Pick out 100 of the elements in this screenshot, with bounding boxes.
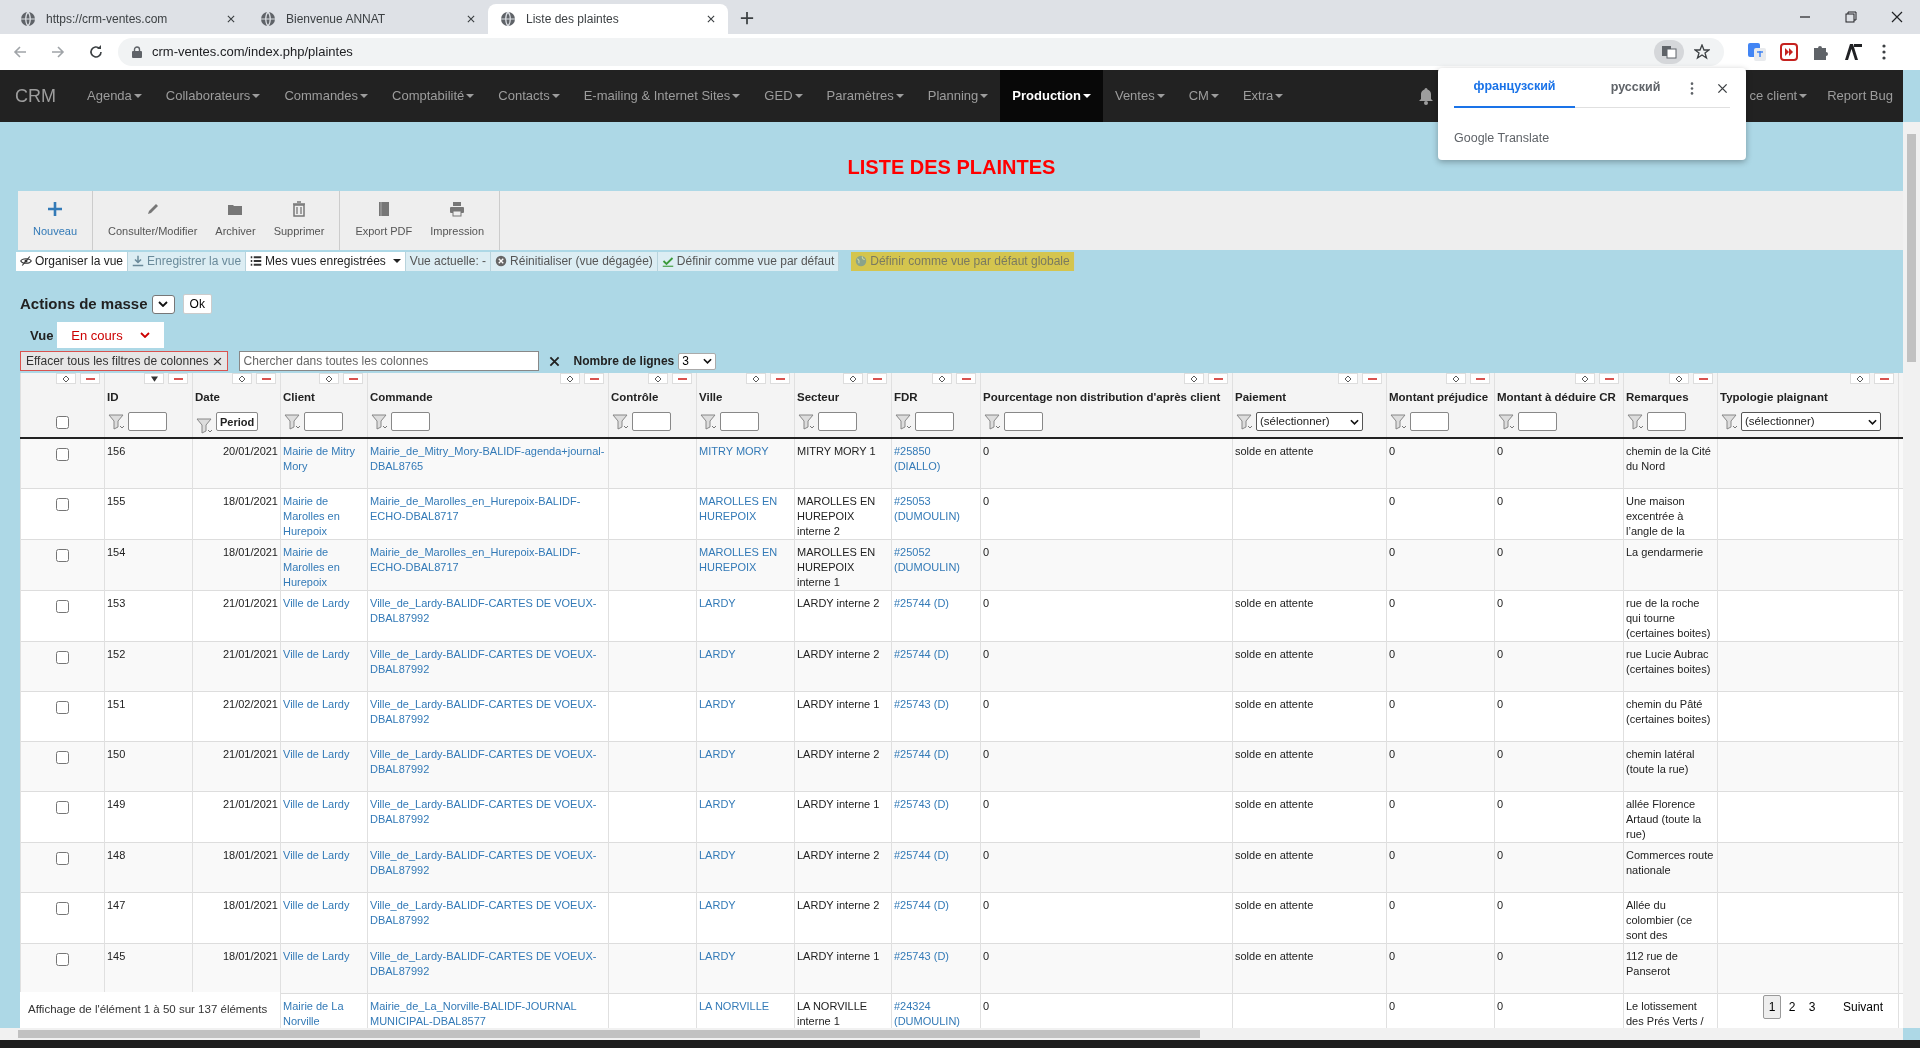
- view-button[interactable]: Définir comme vue par défaut: [657, 251, 840, 272]
- sort-button[interactable]: [1575, 373, 1595, 385]
- language-tab[interactable]: русский: [1575, 67, 1696, 108]
- column-header[interactable]: Ville: [699, 390, 723, 403]
- filter-field[interactable]: [1518, 412, 1557, 432]
- more-icon[interactable]: [1690, 82, 1694, 95]
- scrollbar-thumb[interactable]: [18, 1030, 1200, 1038]
- filter-icon[interactable]: [1236, 413, 1253, 430]
- table-link[interactable]: LARDY: [699, 595, 792, 611]
- column-header[interactable]: Remarques: [1626, 390, 1689, 403]
- table-link[interactable]: MAROLLES EN HUREPOIX: [699, 493, 792, 524]
- row-checkbox[interactable]: [56, 952, 69, 966]
- column-header[interactable]: Paiement: [1235, 390, 1287, 403]
- sort-button[interactable]: [319, 373, 339, 385]
- page-button[interactable]: 3: [1802, 995, 1821, 1019]
- language-tab[interactable]: французский: [1454, 67, 1575, 108]
- row-checkbox[interactable]: [56, 497, 69, 511]
- close-icon[interactable]: [706, 14, 716, 24]
- filter-field[interactable]: [818, 412, 857, 432]
- table-link[interactable]: MITRY MORY: [699, 444, 792, 460]
- sort-button[interactable]: [144, 373, 164, 385]
- filter-icon[interactable]: [371, 413, 388, 430]
- hide-column-button[interactable]: [168, 373, 188, 385]
- toolbar-button[interactable]: Archiver: [206, 191, 265, 250]
- ok-button[interactable]: Ok: [182, 294, 212, 315]
- column-header[interactable]: Client: [283, 390, 315, 403]
- table-link[interactable]: LARDY: [699, 897, 792, 913]
- filter-icon[interactable]: [798, 413, 815, 430]
- table-link[interactable]: Ville de Lardy: [283, 948, 365, 964]
- column-header[interactable]: Montant préjudice: [1389, 390, 1489, 403]
- translate-icon[interactable]: [1654, 40, 1684, 64]
- nav-menu-item[interactable]: Planning: [915, 70, 1001, 122]
- clear-filters-button[interactable]: Effacer tous les filtres de colonnes: [20, 351, 228, 372]
- table-link[interactable]: Ville_de_Lardy-BALIDF-CARTES DE VOEUX-DBAL87992: [370, 646, 606, 677]
- hide-column-button[interactable]: [80, 373, 100, 385]
- table-link[interactable]: Ville de Lardy: [283, 746, 365, 762]
- filter-field[interactable]: [632, 412, 671, 432]
- nav-menu-item[interactable]: Commandes: [272, 70, 381, 122]
- hide-column-button[interactable]: [584, 373, 604, 385]
- row-checkbox[interactable]: [56, 851, 69, 865]
- toolbar-button[interactable]: Nouveau: [24, 191, 87, 250]
- back-icon[interactable]: [12, 44, 28, 60]
- reload-icon[interactable]: [88, 44, 104, 60]
- filter-field[interactable]: [1647, 412, 1686, 432]
- hide-column-button[interactable]: [770, 373, 790, 385]
- table-link[interactable]: #25743 (D): [894, 696, 978, 712]
- filter-dropdown[interactable]: (sélectionner): [1741, 412, 1881, 432]
- nav-menu-item[interactable]: ce client: [1739, 70, 1818, 122]
- nav-menu-item[interactable]: Extra: [1230, 70, 1296, 122]
- address-bar[interactable]: crm-ventes.com/index.php/plaintes: [118, 38, 1724, 66]
- nav-menu-item[interactable]: Agenda: [75, 70, 154, 122]
- filter-icon[interactable]: [700, 413, 717, 430]
- page-button[interactable]: 2: [1782, 995, 1801, 1019]
- bell-icon[interactable]: [1417, 87, 1436, 105]
- table-link[interactable]: Ville_de_Lardy-BALIDF-CARTES DE VOEUX-DBAL87992: [370, 897, 606, 928]
- sort-button[interactable]: [560, 373, 580, 385]
- puzzle-icon[interactable]: [1812, 43, 1830, 61]
- column-header[interactable]: ID: [107, 390, 119, 403]
- filter-icon[interactable]: [1390, 413, 1407, 430]
- table-link[interactable]: Ville de Lardy: [283, 595, 365, 611]
- sort-button[interactable]: [1850, 373, 1870, 385]
- filter-field[interactable]: [1004, 412, 1043, 432]
- nav-menu-item[interactable]: Contacts: [486, 70, 572, 122]
- table-link[interactable]: Mairie_de_La_Norville-BALIDF-JOURNAL MUNICIPAL-DBAL8577: [370, 998, 606, 1028]
- table-link[interactable]: #25743 (D): [894, 796, 978, 812]
- toolbar-button[interactable]: Impression: [421, 191, 494, 250]
- nav-menu-item[interactable]: Production: [1000, 70, 1103, 122]
- table-link[interactable]: Mairie de Marolles en Hurepoix: [283, 493, 365, 539]
- hide-column-button[interactable]: [1362, 373, 1382, 385]
- table-link[interactable]: Ville de Lardy: [283, 796, 365, 812]
- row-checkbox[interactable]: [56, 750, 69, 764]
- rows-count-dropdown[interactable]: 3: [678, 352, 717, 370]
- table-link[interactable]: #25744 (D): [894, 897, 978, 913]
- table-link[interactable]: LARDY: [699, 696, 792, 712]
- table-link[interactable]: Ville_de_Lardy-BALIDF-CARTES DE VOEUX-DBAL87992: [370, 696, 606, 727]
- select-all-checkbox[interactable]: [56, 416, 69, 430]
- vertical-scrollbar[interactable]: [1903, 122, 1920, 1028]
- filter-icon[interactable]: [1721, 413, 1738, 430]
- view-button[interactable]: Enregistrer la vue: [128, 251, 247, 272]
- table-link[interactable]: Ville_de_Lardy-BALIDF-CARTES DE VOEUX-DBAL87992: [370, 746, 606, 777]
- sort-button[interactable]: [648, 373, 668, 385]
- view-button[interactable]: Organiser la vue: [16, 251, 129, 272]
- filter-icon[interactable]: [108, 413, 125, 430]
- hide-column-button[interactable]: [1599, 373, 1619, 385]
- table-link[interactable]: #25743 (D): [894, 948, 978, 964]
- filter-field[interactable]: [915, 412, 954, 432]
- nav-menu-item[interactable]: E-mailing & Internet Sites: [571, 70, 753, 122]
- table-link[interactable]: Mairie_de_Marolles_en_Hurepoix-BALIDF-ECHO-DBAL8717: [370, 493, 606, 524]
- forward-icon[interactable]: [50, 44, 66, 60]
- sort-button[interactable]: [1446, 373, 1466, 385]
- nav-menu-item[interactable]: Ventes: [1102, 70, 1177, 122]
- filter-field[interactable]: [304, 412, 343, 432]
- extension-icon[interactable]: [1844, 43, 1862, 61]
- filter-dropdown[interactable]: (sélectionner): [1256, 412, 1363, 432]
- table-link[interactable]: LARDY: [699, 646, 792, 662]
- period-button[interactable]: Period: [216, 412, 259, 432]
- toolbar-button[interactable]: Consulter/Modifier: [99, 191, 207, 250]
- table-link[interactable]: #25744 (D): [894, 646, 978, 662]
- table-link[interactable]: Mairie de Mitry Mory: [283, 444, 365, 475]
- nav-menu-item[interactable]: Comptabilité: [380, 70, 487, 122]
